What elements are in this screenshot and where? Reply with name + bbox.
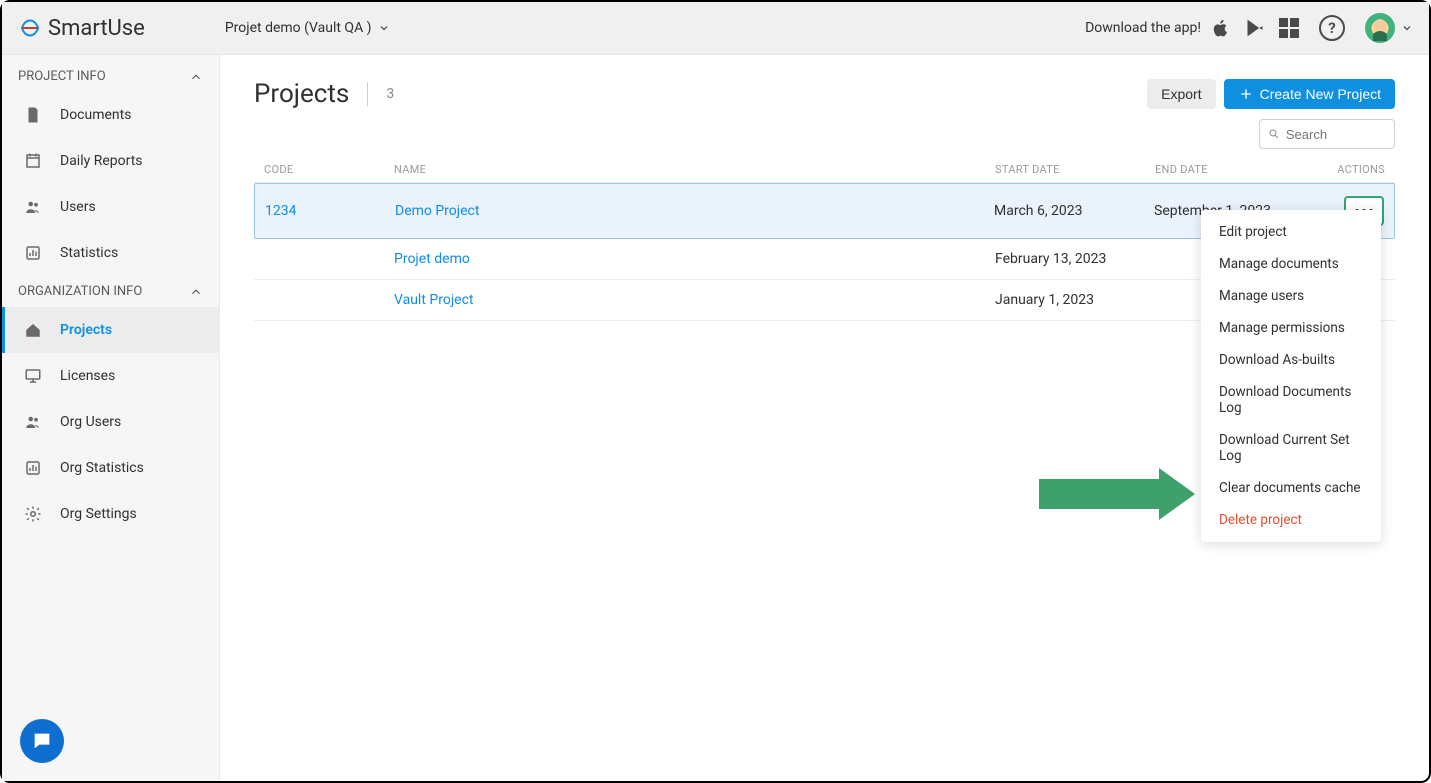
users-icon — [24, 198, 42, 216]
apple-icon[interactable] — [1211, 18, 1231, 38]
project-name[interactable]: Projet demo — [394, 251, 995, 267]
sidebar-item-label: Documents — [60, 107, 131, 123]
search-input[interactable] — [1286, 127, 1386, 142]
download-app-label: Download the app! — [1085, 20, 1201, 36]
projects-icon — [24, 321, 42, 339]
export-button[interactable]: Export — [1147, 79, 1215, 109]
create-project-button[interactable]: Create New Project — [1224, 79, 1395, 109]
project-start-date: February 13, 2023 — [995, 251, 1155, 267]
sidebar: PROJECT INFO Documents Daily Reports Use… — [2, 55, 220, 781]
chat-icon — [31, 730, 53, 752]
chevron-down-icon — [378, 22, 390, 34]
chevron-down-icon — [1401, 22, 1413, 34]
col-code[interactable]: CODE — [264, 163, 394, 176]
sidebar-item-label: Licenses — [60, 368, 115, 384]
sidebar-section-project-info[interactable]: PROJECT INFO — [2, 61, 219, 92]
top-bar: SmartUse Projet demo (Vault QA ) Downloa… — [2, 2, 1429, 55]
annotation-arrow — [1039, 468, 1195, 520]
plus-icon — [1238, 86, 1254, 102]
page-title: Projects — [254, 79, 349, 109]
play-store-icon[interactable] — [1245, 18, 1265, 38]
chart-icon — [24, 459, 42, 477]
search-box[interactable] — [1259, 119, 1395, 149]
sidebar-item-label: Statistics — [60, 245, 118, 261]
project-code[interactable]: 1234 — [265, 203, 395, 219]
button-label: Export — [1161, 86, 1201, 102]
sidebar-section-label: ORGANIZATION INFO — [18, 284, 142, 299]
menu-delete-project[interactable]: Delete project — [1201, 504, 1381, 536]
sidebar-item-org-settings[interactable]: Org Settings — [2, 491, 219, 537]
sidebar-item-licenses[interactable]: Licenses — [2, 353, 219, 399]
sidebar-item-org-users[interactable]: Org Users — [2, 399, 219, 445]
divider — [367, 82, 368, 106]
user-menu[interactable] — [1365, 13, 1413, 43]
sidebar-item-label: Daily Reports — [60, 153, 143, 169]
menu-manage-documents[interactable]: Manage documents — [1201, 248, 1381, 280]
platform-icons — [1211, 18, 1299, 38]
sidebar-item-label: Org Statistics — [60, 460, 144, 476]
project-name[interactable]: Demo Project — [395, 203, 994, 219]
menu-manage-permissions[interactable]: Manage permissions — [1201, 312, 1381, 344]
sidebar-item-users[interactable]: Users — [2, 184, 219, 230]
sidebar-item-label: Users — [60, 199, 96, 215]
menu-download-docs-log[interactable]: Download Documents Log — [1201, 376, 1381, 424]
chevron-up-icon — [189, 70, 203, 84]
brand-icon — [18, 16, 42, 40]
document-icon — [24, 106, 42, 124]
sidebar-item-statistics[interactable]: Statistics — [2, 230, 219, 276]
sidebar-item-label: Org Users — [60, 414, 121, 430]
search-icon — [1268, 127, 1280, 141]
table-header: CODE NAME START DATE END DATE ACTIONS — [254, 157, 1395, 183]
chevron-up-icon — [189, 285, 203, 299]
chat-support-button[interactable] — [20, 719, 64, 763]
sidebar-item-label: Org Settings — [60, 506, 137, 522]
help-button[interactable]: ? — [1319, 15, 1345, 41]
sidebar-item-documents[interactable]: Documents — [2, 92, 219, 138]
gear-icon — [24, 505, 42, 523]
project-count: 3 — [386, 86, 394, 102]
windows-icon[interactable] — [1279, 18, 1299, 38]
menu-manage-users[interactable]: Manage users — [1201, 280, 1381, 312]
button-label: Create New Project — [1260, 86, 1381, 102]
sidebar-item-org-statistics[interactable]: Org Statistics — [2, 445, 219, 491]
sidebar-item-daily-reports[interactable]: Daily Reports — [2, 138, 219, 184]
page-header: Projects 3 Export Create New Project — [254, 79, 1395, 109]
col-start[interactable]: START DATE — [995, 163, 1155, 176]
col-actions: ACTIONS — [1315, 163, 1385, 176]
brand-logo[interactable]: SmartUse — [18, 16, 145, 41]
sidebar-item-label: Projects — [60, 322, 112, 338]
menu-download-asbuilts[interactable]: Download As-builts — [1201, 344, 1381, 376]
row-actions-menu: Edit project Manage documents Manage use… — [1201, 210, 1381, 542]
project-name[interactable]: Vault Project — [394, 292, 995, 308]
calendar-icon — [24, 152, 42, 170]
sidebar-section-label: PROJECT INFO — [18, 69, 106, 84]
sidebar-item-projects[interactable]: Projects — [2, 307, 219, 353]
project-switcher-label: Projet demo (Vault QA ) — [225, 20, 372, 36]
users-icon — [24, 413, 42, 431]
col-end[interactable]: END DATE — [1155, 163, 1315, 176]
menu-download-set-log[interactable]: Download Current Set Log — [1201, 424, 1381, 472]
monitor-icon — [24, 367, 42, 385]
project-start-date: March 6, 2023 — [994, 203, 1154, 219]
brand-name: SmartUse — [48, 16, 145, 41]
sidebar-section-org-info[interactable]: ORGANIZATION INFO — [2, 276, 219, 307]
avatar — [1365, 13, 1395, 43]
project-switcher[interactable]: Projet demo (Vault QA ) — [225, 20, 390, 36]
chart-icon — [24, 244, 42, 262]
menu-clear-cache[interactable]: Clear documents cache — [1201, 472, 1381, 504]
menu-edit-project[interactable]: Edit project — [1201, 216, 1381, 248]
project-start-date: January 1, 2023 — [995, 292, 1155, 308]
col-name[interactable]: NAME — [394, 163, 995, 176]
